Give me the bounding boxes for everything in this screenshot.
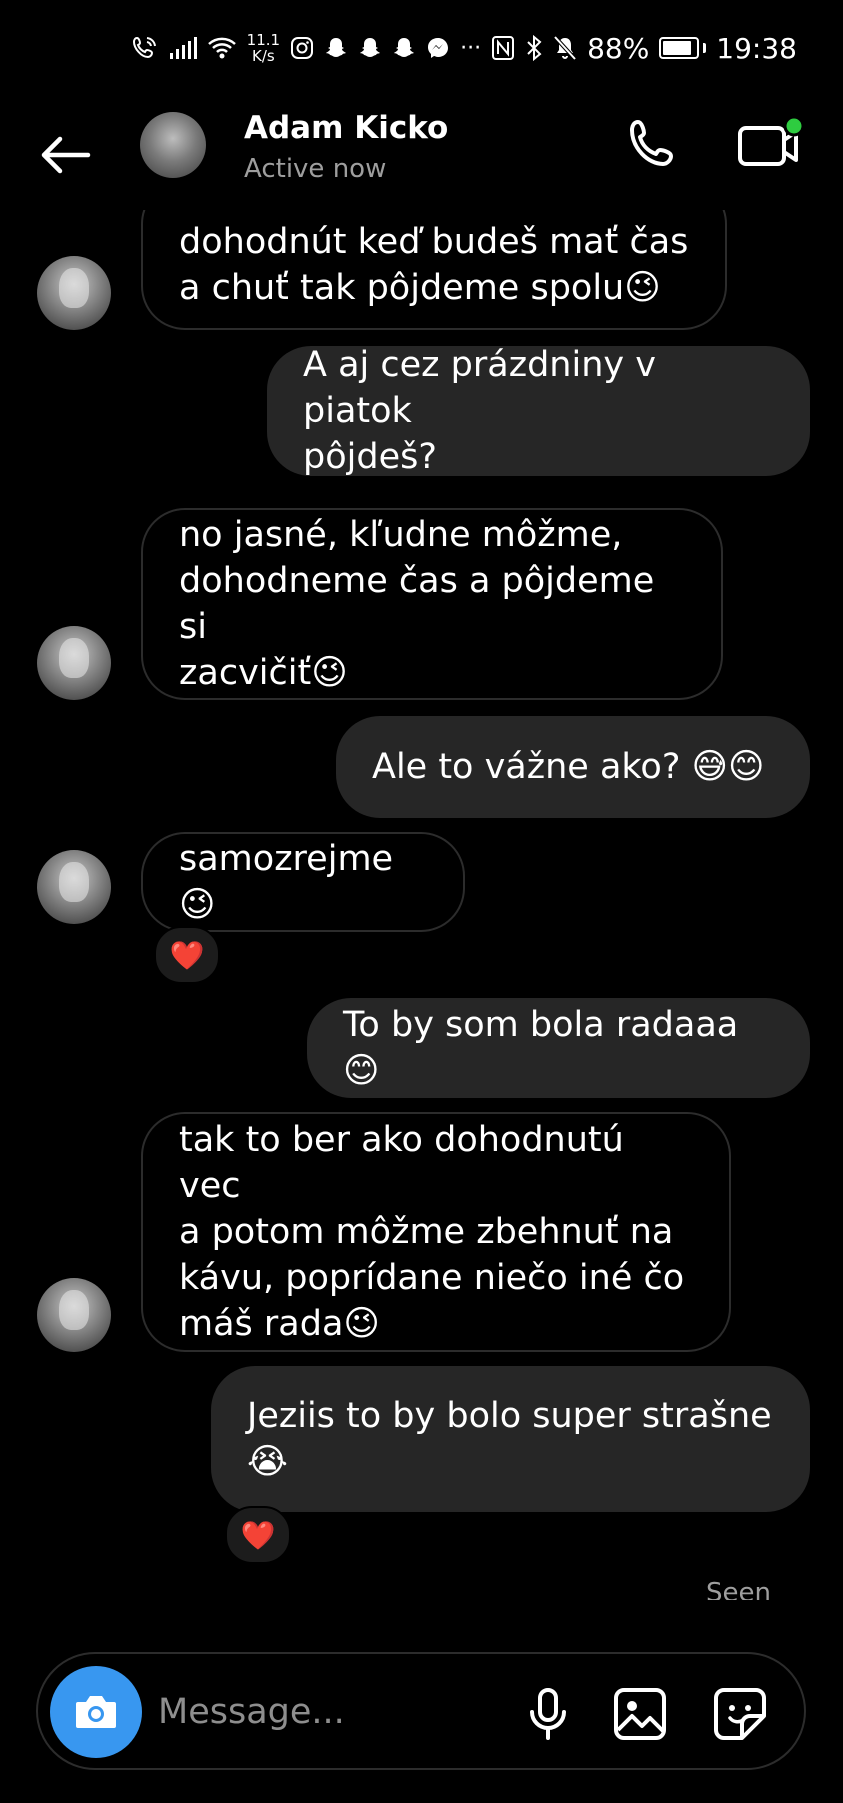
message-line: samozrejme😉 [179, 839, 394, 925]
bluetooth-icon [525, 31, 543, 65]
image-icon [614, 1688, 666, 1740]
sender-avatar[interactable] [37, 850, 111, 924]
video-call-button[interactable] [736, 115, 805, 176]
presence-status: Active now [244, 154, 387, 184]
sender-avatar[interactable] [37, 626, 111, 700]
message-line: pôjdeš? [303, 437, 437, 477]
message-outgoing[interactable]: Jeziis to by bolo super strašne 😭 [211, 1366, 810, 1512]
network-speed-unit: K/s [252, 47, 275, 65]
heart-reaction[interactable]: ❤️ [225, 1506, 291, 1564]
contact-avatar[interactable] [140, 112, 206, 178]
signal-icon [169, 31, 197, 65]
microphone-icon [530, 1688, 566, 1740]
message-line: To by som bola radaaa😊 [343, 1005, 739, 1091]
message-line: dohodneme čas a pôjdeme si [179, 561, 655, 647]
contact-name[interactable]: Adam Kicko [244, 110, 448, 146]
message-line: zacvičiť😉 [179, 653, 348, 693]
message-line: no jasné, kľudne môžme, [179, 515, 623, 555]
message-line: 😭 [247, 1442, 288, 1482]
message-line: máš rada😉 [179, 1304, 380, 1344]
message-incoming[interactable]: no jasné, kľudne môžme, dohodneme čas a … [141, 508, 723, 700]
message-line: kávu, poprídane niečo iné čo [179, 1258, 685, 1298]
message-incoming[interactable]: samozrejme😉 [141, 832, 465, 932]
seen-indicator: Seen [706, 1578, 771, 1600]
message-line: a chuť tak pôjdeme spolu😉 [179, 268, 661, 308]
heart-reaction[interactable]: ❤️ [154, 926, 220, 984]
battery-percent: 88% [587, 31, 650, 65]
message-incoming[interactable]: dohodnút keď budeš mať čas a chuť tak pô… [141, 210, 727, 330]
messenger-icon [426, 31, 450, 65]
camera-icon [76, 1696, 116, 1728]
sender-avatar[interactable] [37, 1278, 111, 1352]
video-camera-icon [738, 115, 805, 166]
nfc-icon [491, 31, 515, 65]
back-button[interactable] [36, 130, 96, 180]
message-line: tak to ber ako dohodnutú vec [179, 1120, 624, 1206]
heart-icon: ❤️ [240, 1518, 276, 1552]
snapchat-icon [392, 31, 416, 65]
message-outgoing[interactable]: Ale to vážne ako? 😅😊 [336, 716, 810, 818]
status-bar: 11.1 K/s ··· 88% 19:38 [0, 0, 843, 96]
voice-call-button[interactable] [624, 116, 684, 176]
message-outgoing[interactable]: To by som bola radaaa😊 [307, 998, 810, 1098]
message-line: a potom môžme zbehnuť na [179, 1212, 674, 1252]
bell-muted-icon [553, 31, 577, 65]
message-thread[interactable]: dohodnút keď budeš mať čas a chuť tak pô… [0, 210, 843, 1600]
network-speed: 11.1 K/s [247, 32, 280, 64]
snapchat-icon [324, 31, 348, 65]
clock: 19:38 [716, 31, 797, 65]
message-line: Jeziis to by bolo super strašne [247, 1396, 772, 1436]
chat-header: Adam Kicko Active now [0, 100, 843, 210]
message-input[interactable]: Message... [158, 1692, 345, 1732]
sticker-icon [714, 1688, 766, 1740]
message-composer: Message... [36, 1652, 806, 1770]
wifi-calling-icon [131, 31, 159, 65]
more-notifications-icon: ··· [460, 35, 482, 61]
message-line: dohodnút keď budeš mať čas [179, 222, 689, 262]
battery-icon [659, 37, 707, 59]
message-outgoing[interactable]: A aj cez prázdniny v piatok pôjdeš? [267, 345, 810, 477]
phone-icon [630, 120, 673, 166]
camera-button[interactable] [50, 1666, 142, 1758]
gallery-button[interactable] [610, 1684, 670, 1744]
sender-avatar[interactable] [37, 256, 111, 330]
message-incoming[interactable]: tak to ber ako dohodnutú vec a potom môž… [141, 1112, 731, 1352]
instagram-icon [290, 31, 314, 65]
message-line: Ale to vážne ako? 😅😊 [372, 747, 765, 787]
snapchat-icon [358, 31, 382, 65]
sticker-button[interactable] [710, 1684, 770, 1744]
voice-message-button[interactable] [518, 1684, 578, 1744]
network-speed-value: 11.1 [246, 31, 281, 49]
message-line: A aj cez prázdniny v piatok [303, 345, 656, 431]
heart-icon: ❤️ [169, 938, 205, 972]
arrow-left-icon [41, 136, 91, 174]
wifi-icon [207, 31, 237, 65]
